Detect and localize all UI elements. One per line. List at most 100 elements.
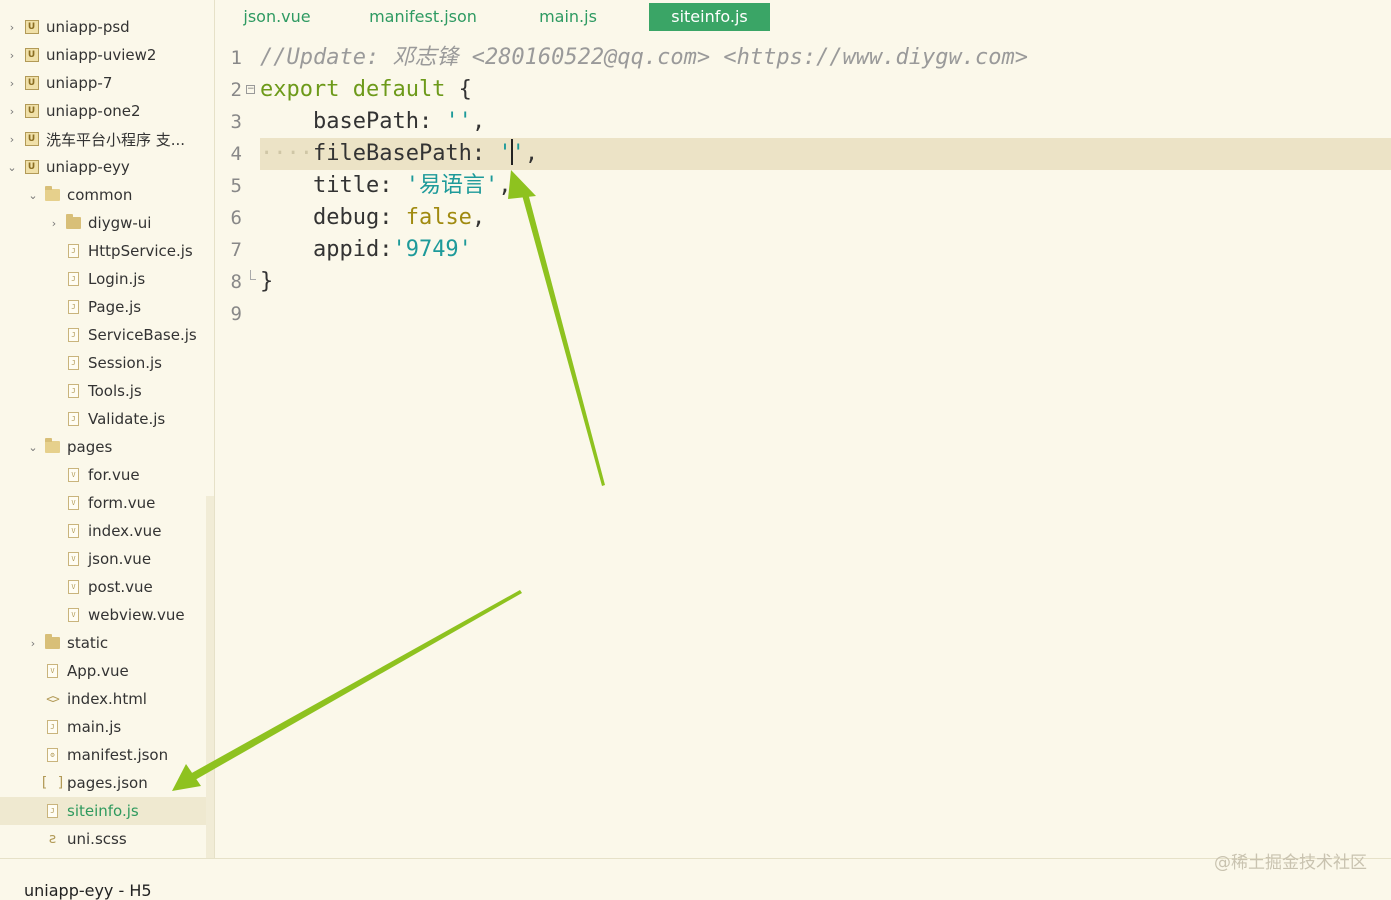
tree-item-label: siteinfo.js — [67, 802, 139, 820]
tree-item-label: Session.js — [88, 354, 162, 372]
tree-item[interactable]: ›Jmain.js — [0, 713, 214, 741]
line-number: 3 — [230, 111, 242, 133]
tab-main-js[interactable]: main.js — [530, 3, 606, 31]
chevron-right-icon[interactable]: › — [6, 49, 18, 62]
line-number: 5 — [230, 175, 242, 197]
tree-item[interactable]: ›[ ]pages.json — [0, 769, 214, 797]
code-line[interactable]: 5 title: '易语言', — [215, 170, 1391, 202]
tree-item[interactable]: ⌄ common — [0, 181, 214, 209]
vue-file-icon: V — [45, 664, 60, 679]
tree-item[interactable]: ›JSession.js — [0, 349, 214, 377]
chevron-down-icon[interactable]: ⌄ — [6, 161, 18, 174]
chevron-right-icon[interactable]: › — [27, 637, 39, 650]
status-bar: uniapp-eyy - H5 — [0, 858, 1391, 900]
js-file-icon: J — [66, 328, 81, 343]
property-token: title: — [260, 173, 406, 198]
keyword-token: export default — [260, 77, 446, 102]
brace-token: } — [260, 269, 274, 294]
tree-item-label: Login.js — [88, 270, 146, 288]
tree-item[interactable]: ›JLogin.js — [0, 265, 214, 293]
string-token-open: ' — [498, 141, 512, 166]
tree-item[interactable]: › Uuniapp-psd — [0, 13, 212, 41]
tree-item[interactable]: ›VApp.vue — [0, 657, 214, 685]
tree-item-label: uniapp-eyy — [46, 158, 130, 176]
tree-item[interactable]: › static — [0, 629, 214, 657]
punct-token: , — [471, 109, 486, 134]
tree-item-label: Tools.js — [88, 382, 142, 400]
html-file-icon: <> — [46, 692, 59, 706]
tree-item[interactable]: ›Vwebview.vue — [0, 601, 214, 629]
fold-toggle-icon[interactable]: − — [246, 85, 255, 94]
tree-item[interactable]: ›JTools.js — [0, 377, 214, 405]
current-code-line[interactable]: 4 ····fileBasePath: '', — [215, 138, 1391, 170]
tree-item-label: form.vue — [88, 494, 156, 512]
tree-item[interactable]: ›Vindex.vue — [0, 517, 214, 545]
tree-item[interactable]: › U 洗车平台小程序 支... — [0, 125, 212, 153]
tree-item-label: webview.vue — [88, 606, 185, 624]
tree-item[interactable]: › diygw-ui — [0, 209, 214, 237]
string-token: '' — [445, 109, 472, 134]
string-token: '9749' — [392, 237, 472, 262]
code-line[interactable]: 6 debug: false, — [215, 202, 1391, 234]
js-file-icon: J — [66, 300, 81, 315]
tree-item-label: uniapp-one2 — [46, 102, 141, 120]
line-number: 4 — [230, 143, 242, 165]
tree-item[interactable]: ›Vjson.vue — [0, 545, 214, 573]
code-line[interactable]: 9 — [215, 298, 1391, 330]
code-line[interactable]: 7 appid:'9749' — [215, 234, 1391, 266]
code-line[interactable]: 2 − export default { — [215, 74, 1391, 106]
chevron-right-icon[interactable]: › — [6, 133, 18, 146]
punct-token: , — [524, 141, 539, 166]
tree-item[interactable]: ›Vform.vue — [0, 489, 214, 517]
sidebar-scrollbar[interactable] — [206, 496, 214, 858]
tree-item-label: pages — [67, 438, 113, 456]
tab-siteinfo-js[interactable]: siteinfo.js — [649, 3, 770, 31]
property-token: basePath: — [260, 109, 446, 134]
tree-item[interactable]: ›JServiceBase.js — [0, 321, 214, 349]
tree-item[interactable]: ›JValidate.js — [0, 405, 214, 433]
tree-item-label: 洗车平台小程序 支... — [46, 130, 186, 149]
tree-item-label: pages.json — [67, 774, 148, 792]
chevron-right-icon[interactable]: › — [6, 105, 18, 118]
code-editor[interactable]: 1 //Update: 邓志锋 <280160522@qq.com> <http… — [215, 40, 1391, 858]
project-icon: U — [24, 104, 39, 119]
string-token: '易语言' — [405, 173, 499, 198]
chevron-right-icon[interactable]: › — [6, 21, 18, 34]
code-line[interactable]: 3 basePath: '', — [215, 106, 1391, 138]
chevron-right-icon[interactable]: › — [6, 77, 18, 90]
project-icon: U — [24, 48, 39, 63]
code-line[interactable]: 8 } — [215, 266, 1391, 298]
js-file-icon: J — [66, 272, 81, 287]
line-number: 6 — [230, 207, 242, 229]
tab-manifest-json[interactable]: manifest.json — [363, 3, 483, 31]
tree-item[interactable]: › Uuniapp-7 — [0, 69, 212, 97]
tree-item[interactable]: ›Vfor.vue — [0, 461, 214, 489]
chevron-down-icon[interactable]: ⌄ — [27, 189, 39, 202]
line-number: 9 — [230, 303, 242, 325]
tree-item[interactable]: › Uuniapp-one2 — [0, 97, 212, 125]
project-explorer: › Uuniapp-psd › Uuniapp-uview2 › Uuniapp-7 › Uu… — [0, 0, 215, 858]
tree-item[interactable]: › Uuniapp-uview2 — [0, 41, 212, 69]
tree-item-label: manifest.json — [67, 746, 169, 764]
json-file-icon: [ ] — [39, 775, 66, 791]
code-line[interactable]: 1 //Update: 邓志锋 <280160522@qq.com> <http… — [215, 42, 1391, 74]
tree-item[interactable]: ›⚙manifest.json — [0, 741, 214, 769]
tree-item[interactable]: ›JPage.js — [0, 293, 214, 321]
tree-item[interactable]: ›Jsiteinfo.js — [0, 797, 214, 825]
chevron-right-icon[interactable]: › — [48, 217, 60, 230]
tree-item-label: index.html — [67, 690, 147, 708]
tree-item[interactable]: ⌄ pages — [0, 433, 214, 461]
chevron-down-icon[interactable]: ⌄ — [27, 441, 39, 454]
punct-token: , — [498, 173, 512, 198]
tree-item[interactable]: ⌄ Uuniapp-eyy — [0, 153, 212, 181]
tree-item[interactable]: ›JHttpService.js — [0, 237, 214, 265]
property-token: debug: — [260, 205, 406, 230]
project-icon: U — [24, 76, 39, 91]
vue-file-icon: V — [66, 496, 81, 511]
property-token: fileBasePath: — [312, 141, 499, 166]
scss-file-icon: ƨ — [48, 831, 57, 847]
tree-item[interactable]: ›ƨuni.scss — [0, 825, 214, 853]
tab-json-vue[interactable]: json.vue — [233, 3, 321, 31]
tree-item[interactable]: ›<>index.html — [0, 685, 214, 713]
tree-item[interactable]: ›Vpost.vue — [0, 573, 214, 601]
